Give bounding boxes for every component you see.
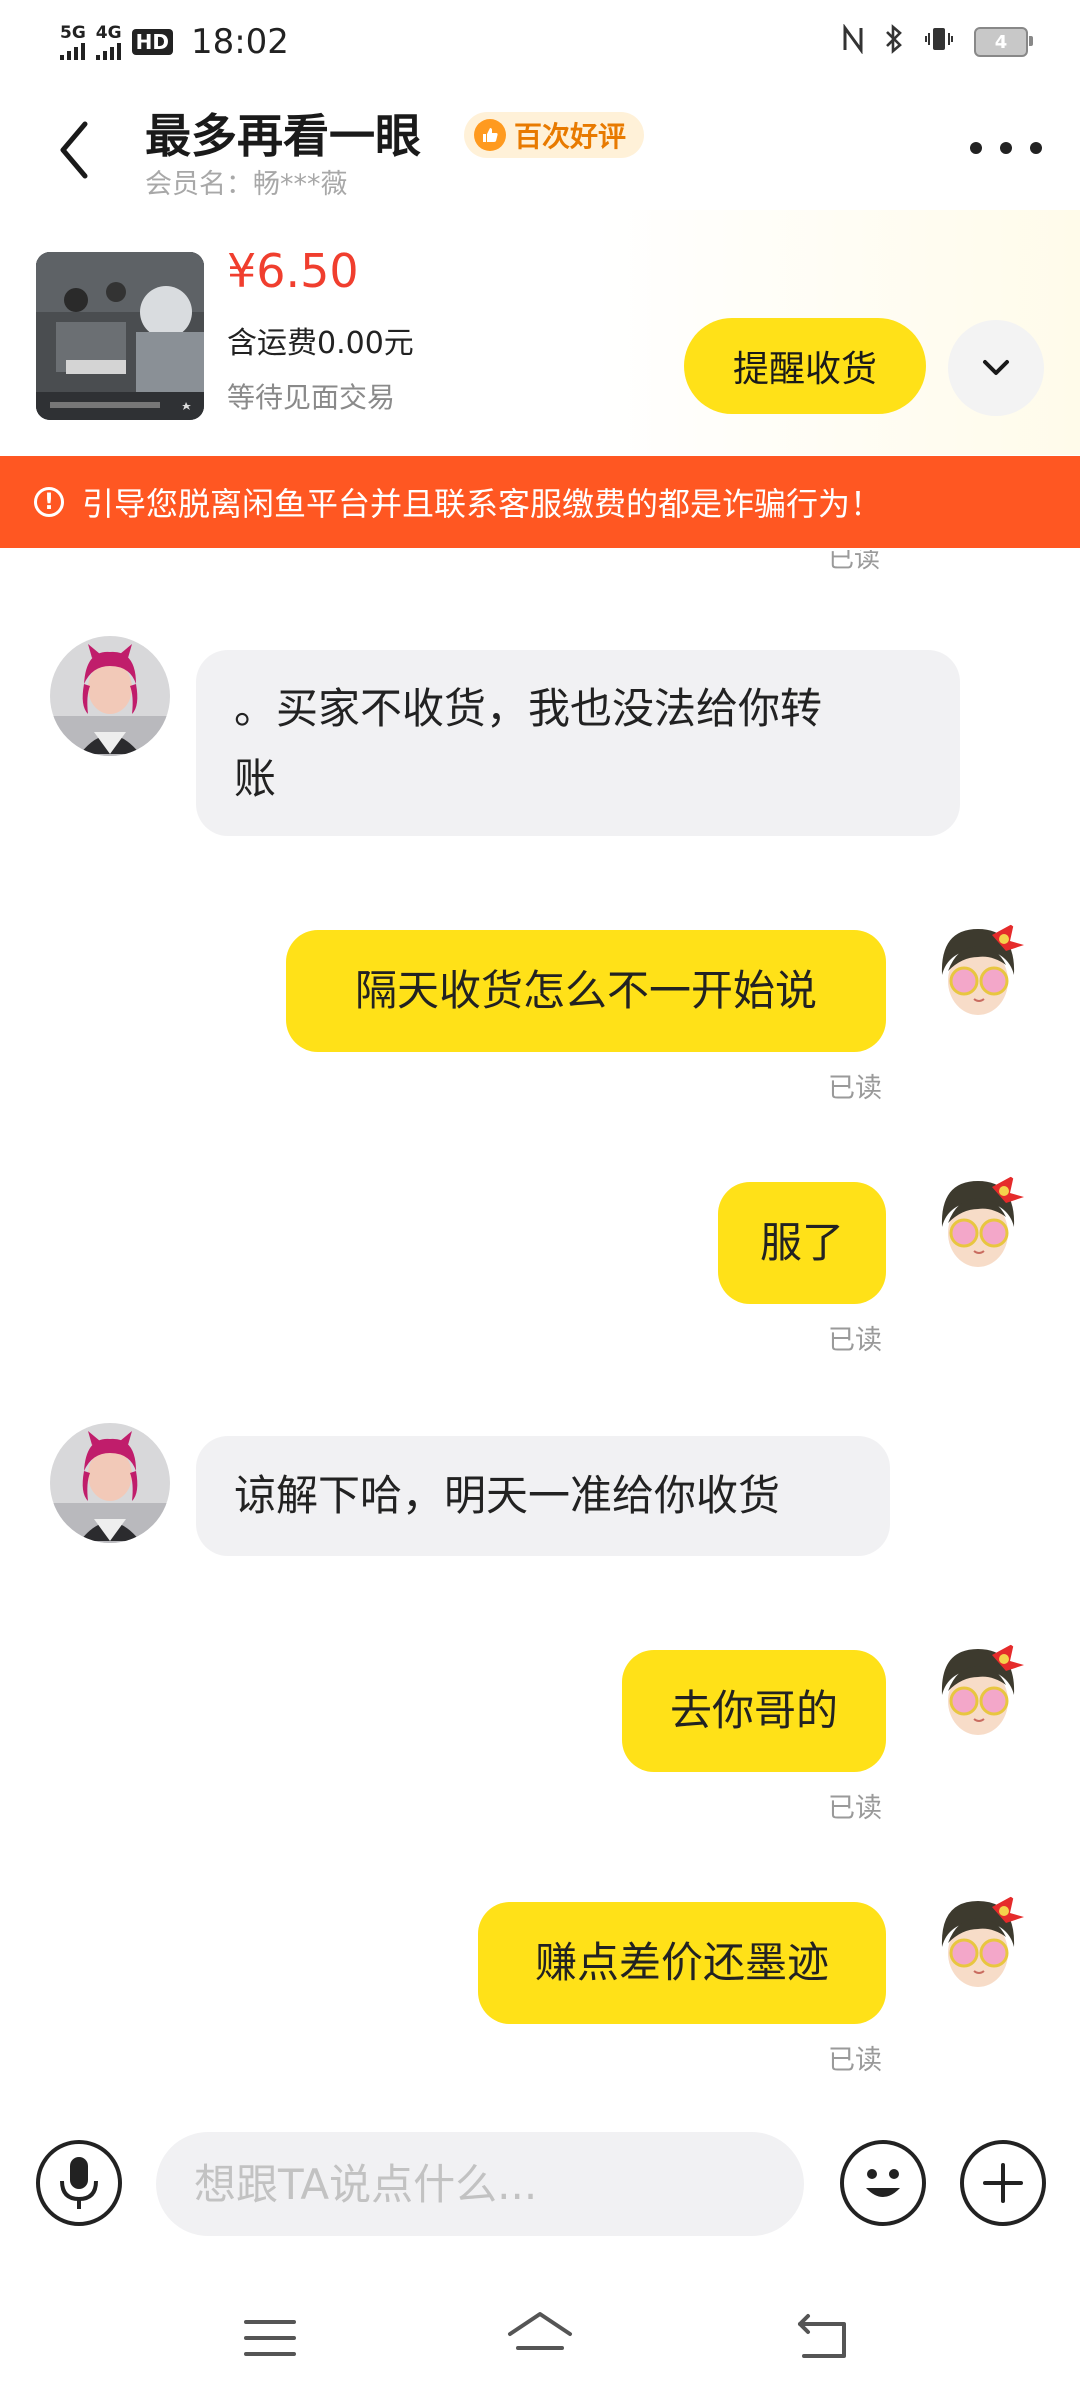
plus-icon <box>983 2163 1023 2203</box>
more-button[interactable] <box>970 128 1042 168</box>
product-price: ¥6.50 <box>227 244 359 298</box>
bluetooth-icon <box>884 23 904 61</box>
home-icon <box>508 2312 572 2350</box>
trade-status: 等待见面交易 <box>227 381 396 414</box>
expand-button[interactable] <box>948 320 1044 416</box>
back-button[interactable] <box>44 110 104 190</box>
emoji-button[interactable] <box>840 2140 926 2226</box>
voice-button[interactable] <box>36 2140 122 2226</box>
vibrate-icon <box>924 24 954 61</box>
review-badge[interactable]: 百次好评 <box>464 112 645 158</box>
battery-icon: 4 <box>974 27 1033 57</box>
menu-icon <box>244 2320 296 2356</box>
my-avatar[interactable] <box>918 1887 1038 2007</box>
warning-text: 引导您脱离闲鱼平台并且联系客服缴费的都是诈骗行为！ <box>82 485 883 523</box>
message-bubble-outgoing[interactable]: 去你哥的 <box>622 1650 886 1772</box>
contact-avatar[interactable] <box>50 1423 170 1543</box>
message-bubble-incoming[interactable]: 谅解下哈，明天一准给你收货 <box>196 1436 890 1556</box>
my-avatar[interactable] <box>918 1167 1038 1287</box>
message-bubble-incoming[interactable]: 。买家不收货，我也没法给你转 账 <box>196 650 960 836</box>
status-left: 5G 4G HD 18:02 <box>60 14 289 70</box>
more-dots-icon <box>970 142 982 154</box>
signal-4g-icon: 4G <box>95 24 122 60</box>
nav-home-button[interactable] <box>504 2308 576 2364</box>
nav-menu-button[interactable] <box>242 2316 298 2360</box>
read-status: 已读 <box>828 1793 882 1824</box>
message-bubble-outgoing[interactable]: 赚点差价还墨迹 <box>478 1902 886 2024</box>
status-time: 18:02 <box>190 22 289 62</box>
status-right: 4 <box>842 20 1033 64</box>
member-name: 会员名：畅***薇 <box>145 169 348 200</box>
read-status: 已读 <box>828 1073 882 1104</box>
my-avatar[interactable] <box>918 1635 1038 1755</box>
nfc-icon <box>842 22 864 61</box>
microphone-icon <box>60 2157 98 2209</box>
chevron-down-icon <box>983 360 1009 375</box>
alert-icon: ! <box>34 487 64 517</box>
my-avatar[interactable] <box>918 915 1038 1035</box>
emoji-icon <box>866 2169 900 2197</box>
message-bubble-outgoing[interactable]: 隔天收货怎么不一开始说 <box>286 930 886 1052</box>
more-actions-button[interactable] <box>960 2140 1046 2226</box>
thumbs-up-icon <box>474 119 506 151</box>
read-status: 已读 <box>828 2045 882 2076</box>
nav-back-button[interactable] <box>794 2312 852 2362</box>
signal-5g-icon: 5G <box>60 24 86 60</box>
page-title: 最多再看一眼 <box>145 109 421 163</box>
hd-voice-icon: HD <box>131 29 173 55</box>
product-thumbnail[interactable] <box>36 252 204 420</box>
shipping-fee: 含运费0.00元 <box>227 326 414 361</box>
message-bubble-outgoing[interactable]: 服了 <box>718 1182 886 1304</box>
remind-receipt-button[interactable]: 提醒收货 <box>684 318 926 414</box>
back-arrow-icon <box>60 121 88 179</box>
read-status: 已读 <box>828 1325 882 1356</box>
message-input-field[interactable] <box>156 2132 804 2236</box>
back-icon <box>798 2314 846 2358</box>
message-input[interactable] <box>156 2132 804 2236</box>
fraud-warning-banner: ! 引导您脱离闲鱼平台并且联系客服缴费的都是诈骗行为！ <box>0 456 1080 548</box>
contact-avatar[interactable] <box>50 636 170 756</box>
